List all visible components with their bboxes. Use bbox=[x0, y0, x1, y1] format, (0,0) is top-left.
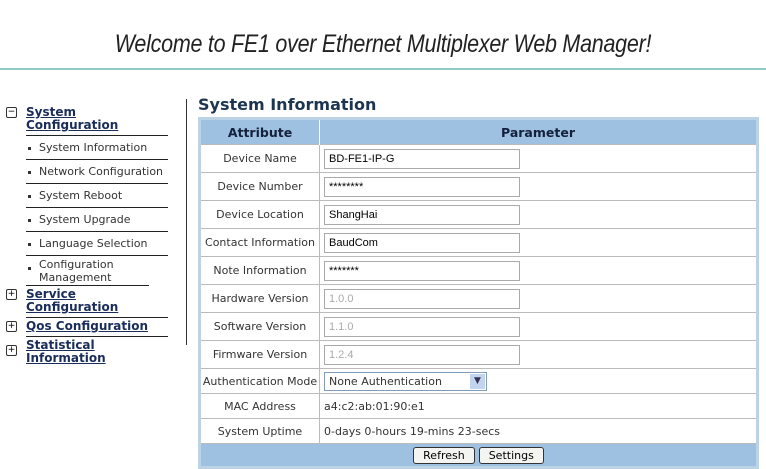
sidebar-item-network-configuration[interactable]: Network Configuration bbox=[26, 160, 168, 184]
row-label: Device Location bbox=[199, 200, 320, 229]
table-row: Note Information ******* bbox=[199, 256, 758, 285]
column-header-parameter: Parameter bbox=[319, 118, 758, 145]
sidebar-group-label[interactable]: Qos Configuration bbox=[26, 320, 148, 333]
sidebar-item-system-reboot[interactable]: System Reboot bbox=[26, 184, 168, 208]
table-row: Authentication Mode None Authentication ▼ bbox=[199, 368, 758, 394]
sidebar-group-label[interactable]: Service Configuration bbox=[26, 288, 168, 314]
refresh-button[interactable]: Refresh bbox=[413, 446, 475, 464]
row-label: Contact Information bbox=[199, 228, 320, 257]
hardware-version-field: 1.0.0 bbox=[324, 288, 520, 309]
table-row: System Uptime 0-days 0-hours 19-mins 23-s… bbox=[199, 418, 758, 444]
row-label: Note Information bbox=[199, 256, 320, 285]
sidebar-group-label[interactable]: Statistical Information bbox=[26, 339, 116, 365]
page-title: System Information bbox=[198, 95, 377, 114]
system-info-table: Attribute Parameter Device Name BD-FE1-IP-… bbox=[198, 117, 759, 469]
system-uptime-value: 0-days 0-hours 19-mins 23-secs bbox=[319, 418, 758, 444]
collapse-icon[interactable]: − bbox=[6, 107, 17, 118]
mac-address-value: a4:c2:ab:01:90:e1 bbox=[319, 393, 758, 419]
firmware-version-field: 1.2.4 bbox=[324, 344, 520, 365]
sidebar-group-system-configuration[interactable]: − System Configuration bbox=[6, 104, 168, 136]
note-information-input[interactable]: ******* bbox=[324, 260, 520, 281]
sidebar-item-language-selection[interactable]: Language Selection bbox=[26, 232, 168, 256]
sidebar-item-system-information[interactable]: System Information bbox=[26, 136, 168, 160]
row-label: Device Name bbox=[199, 144, 320, 173]
sidebar-divider bbox=[186, 99, 187, 345]
row-label: System Uptime bbox=[199, 418, 320, 444]
device-number-input[interactable]: ******** bbox=[324, 176, 520, 197]
sidebar-group-statistical-information[interactable]: + Statistical Information bbox=[6, 337, 116, 368]
contact-information-input[interactable]: BaudCom bbox=[324, 232, 520, 253]
device-location-input[interactable]: ShangHai bbox=[324, 204, 520, 225]
table-row: Hardware Version 1.0.0 bbox=[199, 284, 758, 313]
row-label: Software Version bbox=[199, 312, 320, 341]
row-label: Hardware Version bbox=[199, 284, 320, 313]
expand-icon[interactable]: + bbox=[6, 321, 17, 332]
page-header-title: Welcome to FE1 over Ethernet Multiplexer… bbox=[114, 30, 652, 58]
table-row: Firmware Version 1.2.4 bbox=[199, 340, 758, 369]
table-row: Device Name BD-FE1-IP-G bbox=[199, 144, 758, 173]
row-label: Firmware Version bbox=[199, 340, 320, 369]
table-row: Device Number ******** bbox=[199, 172, 758, 201]
expand-icon[interactable]: + bbox=[6, 345, 17, 356]
table-row: Contact Information BaudCom bbox=[199, 228, 758, 257]
table-row: Device Location ShangHai bbox=[199, 200, 758, 229]
expand-icon[interactable]: + bbox=[6, 289, 17, 300]
device-name-input[interactable]: BD-FE1-IP-G bbox=[324, 148, 520, 169]
sidebar-item-configuration-management[interactable]: Configuration Management bbox=[26, 256, 149, 286]
table-row: MAC Address a4:c2:ab:01:90:e1 bbox=[199, 393, 758, 419]
chevron-down-icon[interactable]: ▼ bbox=[470, 373, 485, 389]
authentication-mode-select[interactable]: None Authentication ▼ bbox=[324, 371, 487, 391]
sidebar-item-system-upgrade[interactable]: System Upgrade bbox=[26, 208, 168, 232]
row-label: MAC Address bbox=[199, 393, 320, 419]
sidebar-group-label[interactable]: System Configuration bbox=[26, 106, 168, 132]
table-row: Software Version 1.1.0 bbox=[199, 312, 758, 341]
row-label: Authentication Mode bbox=[199, 368, 320, 394]
sidebar-group-service-configuration[interactable]: + Service Configuration bbox=[6, 286, 168, 318]
row-label: Device Number bbox=[199, 172, 320, 201]
header-divider bbox=[0, 68, 766, 70]
sidebar-group-qos-configuration[interactable]: + Qos Configuration bbox=[6, 318, 168, 337]
software-version-field: 1.1.0 bbox=[324, 316, 520, 337]
settings-button[interactable]: Settings bbox=[478, 446, 544, 464]
sidebar: − System Configuration System Information… bbox=[6, 104, 168, 368]
selected-value: None Authentication bbox=[329, 374, 442, 388]
column-header-attribute: Attribute bbox=[199, 118, 320, 145]
